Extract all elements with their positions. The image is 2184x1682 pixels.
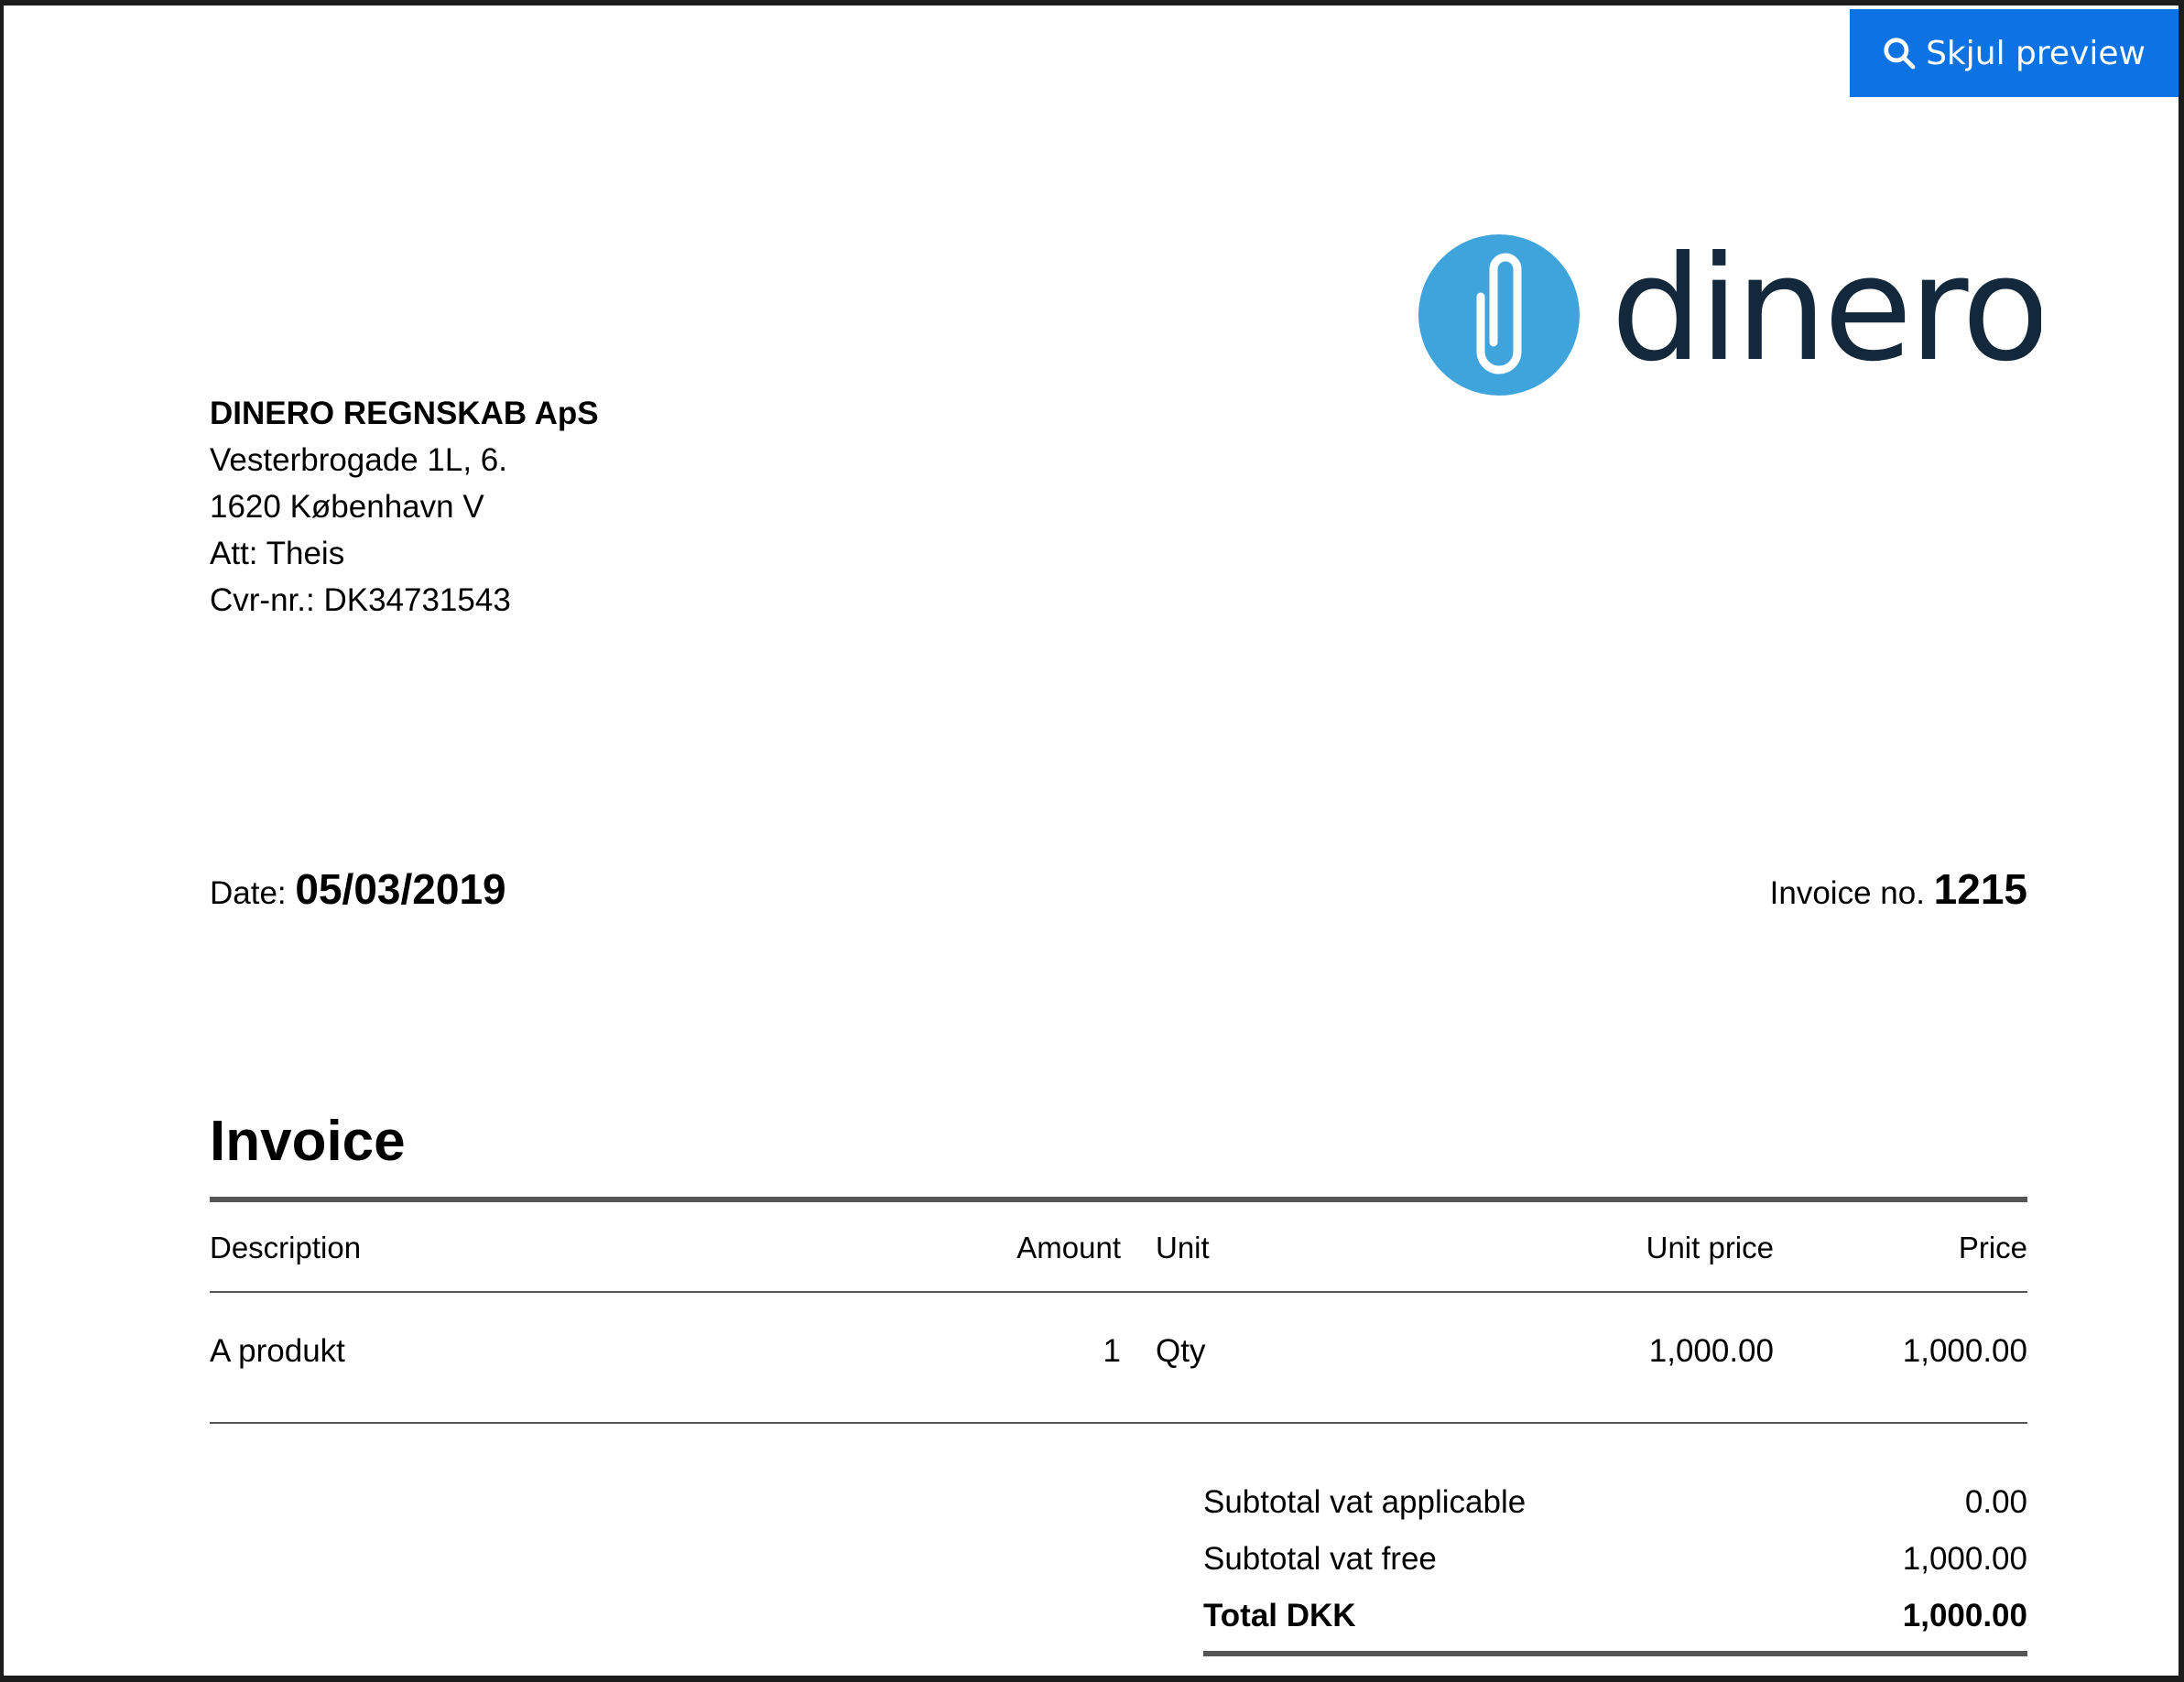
hide-preview-button[interactable]: Skjul preview [1850,9,2179,97]
invoice-number: Invoice no. 1215 [1770,864,2027,914]
document-heading: Invoice [210,1110,406,1173]
header-amount: Amount [1016,1231,1121,1264]
subtotal-vat-applicable-value: 0.00 [1964,1484,2027,1520]
header-price: Price [1958,1231,2027,1264]
table-bottom-divider [210,1422,2027,1424]
row-description: A produkt [210,1333,345,1369]
company-logo: dinero. [1418,214,2090,407]
invoice-date: Date: 05/03/2019 [210,864,506,914]
header-unit-price: Unit price [1646,1231,1774,1264]
invoice-preview-page: Skjul preview dinero. DINERO REGNSKAB Ap… [4,5,2179,1676]
logo-wordmark: dinero. [1611,225,2041,394]
row-amount: 1 [1103,1333,1121,1369]
row-unit: Qty [1156,1333,1206,1369]
header-description: Description [210,1231,362,1264]
header-divider [210,1291,2027,1293]
sender-city: 1620 København V [210,489,484,525]
subtotal-vat-applicable-label: Subtotal vat applicable [1203,1484,1527,1520]
heading-divider [210,1197,2027,1202]
subtotal-vat-applicable-row: Subtotal vat applicable 0.00 [1203,1484,2027,1541]
total-value: 1,000.00 [1902,1598,2027,1633]
row-price: 1,000.00 [1902,1333,2027,1369]
hide-preview-label: Skjul preview [1926,34,2146,72]
sender-company: DINERO REGNSKAB ApS [210,396,599,431]
sender-cvr: Cvr-nr.: DK34731543 [210,582,511,618]
sender-address: DINERO REGNSKAB ApS Vesterbrogade 1L, 6.… [210,390,599,624]
date-value: 05/03/2019 [295,865,506,913]
total-divider [1203,1651,2027,1656]
search-icon [1884,38,1916,70]
date-label: Date: [210,875,287,911]
subtotal-vat-free-row: Subtotal vat free 1,000.00 [1203,1541,2027,1598]
subtotal-vat-free-value: 1,000.00 [1902,1541,2027,1577]
subtotal-vat-free-label: Subtotal vat free [1203,1541,1437,1577]
invoice-number-value: 1215 [1933,865,2027,913]
invoice-number-label: Invoice no. [1769,875,1925,911]
header-unit: Unit [1156,1231,1210,1264]
sender-street: Vesterbrogade 1L, 6. [210,442,507,478]
row-unit-price: 1,000.00 [1648,1333,1774,1369]
sender-attention: Att: Theis [210,536,345,571]
dinero-logo: dinero. [1418,225,2090,396]
total-label: Total DKK [1203,1598,1356,1633]
total-row: Total DKK 1,000.00 [1203,1598,2027,1655]
